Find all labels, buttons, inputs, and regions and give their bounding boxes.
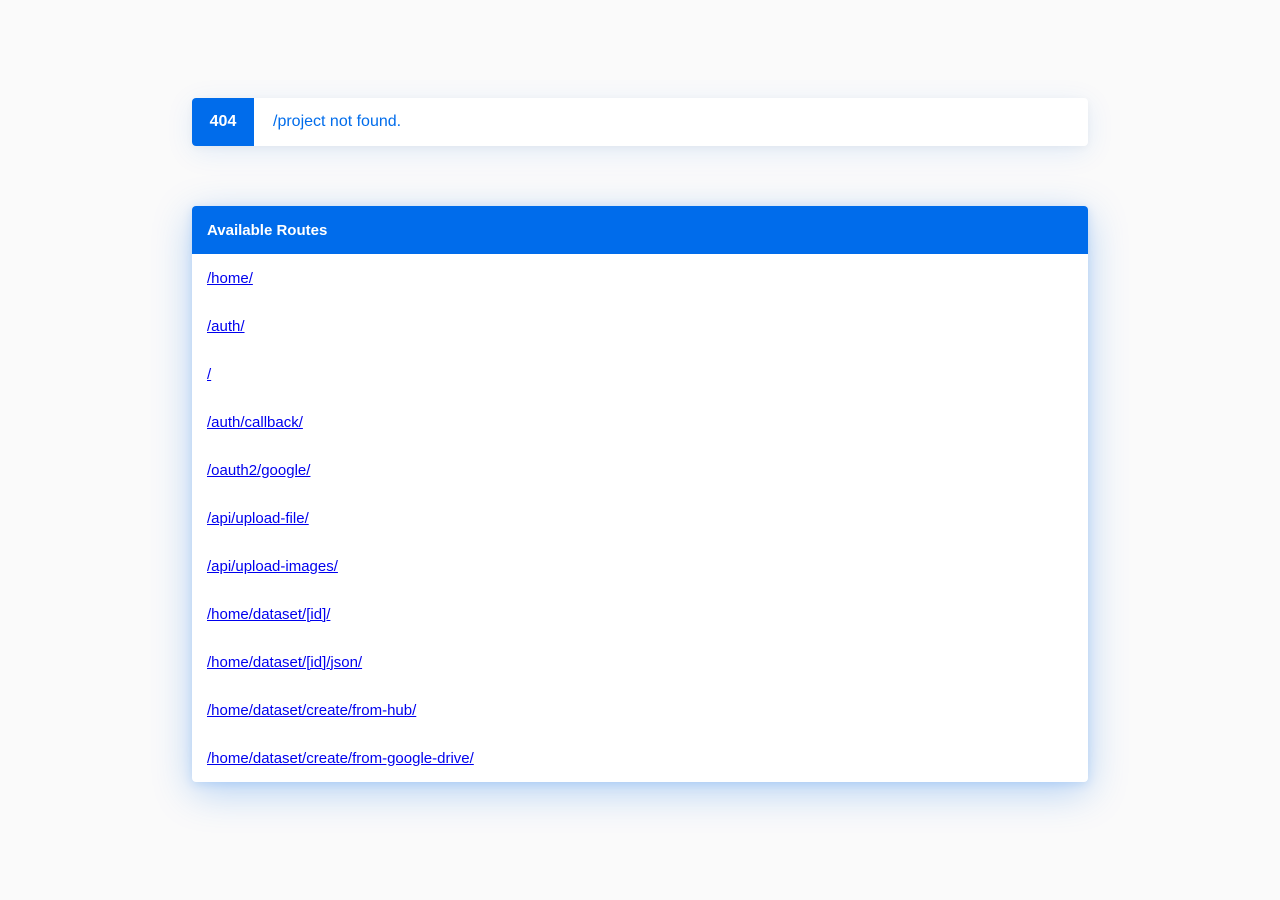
route-link[interactable]: /home/ xyxy=(207,270,253,287)
list-item: /home/dataset/[id]/ xyxy=(192,590,1088,638)
routes-panel: Available Routes /home/ /auth/ / /auth/c… xyxy=(192,206,1088,782)
list-item: /api/upload-file/ xyxy=(192,494,1088,542)
list-item: /auth/callback/ xyxy=(192,398,1088,446)
route-link[interactable]: /home/dataset/create/from-google-drive/ xyxy=(207,750,474,767)
routes-list: /home/ /auth/ / /auth/callback/ /oauth2/… xyxy=(192,254,1088,782)
list-item: /auth/ xyxy=(192,302,1088,350)
route-link[interactable]: /home/dataset/[id]/ xyxy=(207,606,330,623)
route-link[interactable]: /home/dataset/[id]/json/ xyxy=(207,654,362,671)
route-link[interactable]: /auth/ xyxy=(207,318,245,335)
routes-header: Available Routes xyxy=(192,206,1088,254)
list-item: /home/ xyxy=(192,254,1088,302)
error-code-badge: 404 xyxy=(192,98,254,146)
route-link[interactable]: /api/upload-images/ xyxy=(207,558,338,575)
list-item: /home/dataset/create/from-google-drive/ xyxy=(192,734,1088,782)
list-item: /home/dataset/[id]/json/ xyxy=(192,638,1088,686)
route-link[interactable]: /oauth2/google/ xyxy=(207,462,310,479)
list-item: /oauth2/google/ xyxy=(192,446,1088,494)
route-link[interactable]: / xyxy=(207,366,211,383)
list-item: /home/dataset/create/from-hub/ xyxy=(192,686,1088,734)
route-link[interactable]: /api/upload-file/ xyxy=(207,510,309,527)
error-banner: 404 /project not found. xyxy=(192,98,1088,146)
list-item: / xyxy=(192,350,1088,398)
error-message: /project not found. xyxy=(273,113,402,130)
list-item: /api/upload-images/ xyxy=(192,542,1088,590)
route-link[interactable]: /auth/callback/ xyxy=(207,414,303,431)
route-link[interactable]: /home/dataset/create/from-hub/ xyxy=(207,702,416,719)
